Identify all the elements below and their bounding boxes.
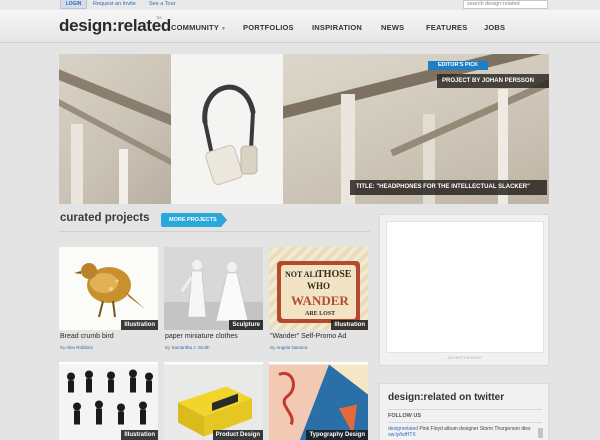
project-thumb-typography[interactable]: Typography Design — [269, 362, 368, 440]
category-tag: Illustration — [331, 320, 368, 330]
logo-text: design:related — [59, 16, 171, 35]
category-tag: Product Design — [212, 430, 263, 440]
see-tour-link[interactable]: See a Tour — [149, 1, 176, 8]
nav-community[interactable]: COMMUNITY ▼ — [171, 23, 226, 32]
chevron-down-icon: ▼ — [221, 26, 227, 32]
site-logo[interactable]: design:related TM — [59, 15, 171, 36]
author-link[interactable]: Angela Navarra — [276, 345, 307, 350]
project-thumb-product[interactable]: Product Design — [164, 362, 263, 440]
nav-inspiration[interactable]: INSPIRATION — [312, 23, 362, 32]
curated-heading: curated projects — [60, 212, 150, 224]
tweet: designrelated Pink Floyd album designer … — [388, 426, 538, 438]
silhouettes-image — [59, 364, 158, 440]
project-byline: By Angela Navarra — [270, 345, 308, 350]
by-label: By — [60, 345, 66, 350]
category-tag: Sculpture — [229, 320, 263, 330]
poster-text-line: NOT ALL — [285, 270, 320, 279]
nav-portfolios[interactable]: PORTFOLIOS — [243, 23, 294, 32]
bird-image — [59, 247, 158, 330]
project-title[interactable]: "Wander" Self-Promo Ad — [270, 333, 346, 340]
yellow-device-image — [164, 364, 263, 440]
divider — [388, 409, 542, 410]
twitter-heading: design:related on twitter — [388, 392, 505, 403]
ad-area[interactable] — [386, 221, 544, 353]
project-thumb-wander-ad[interactable]: NOT ALL THOSE WHO WANDER ARE LOST Illust… — [269, 247, 368, 330]
project-title[interactable]: paper miniature clothes — [165, 333, 238, 340]
tweet-link[interactable]: ow.ly/kdHTX — [388, 432, 416, 438]
category-tag: Illustration — [121, 320, 158, 330]
login-button[interactable]: LOGIN — [60, 0, 87, 9]
tweet-text: Pink Floyd album designer Storm Thorgers… — [419, 426, 531, 432]
arrow-right-icon — [221, 213, 227, 227]
divider — [388, 422, 542, 423]
nav-news[interactable]: NEWS — [381, 23, 404, 32]
headphones-image — [202, 84, 258, 186]
author-link[interactable]: Alex Robbins — [66, 345, 93, 350]
project-title[interactable]: Bread crumb bird — [60, 333, 114, 340]
project-byline: By Samantha J. Smith — [165, 345, 210, 350]
project-thumb-bread-crumb-bird[interactable]: Illustration — [59, 247, 158, 330]
hero-photo-headphones — [171, 54, 283, 204]
category-tag: Illustration — [121, 430, 158, 440]
poster-text-line: WHO — [307, 281, 330, 291]
author-link[interactable]: Samantha J. Smith — [172, 345, 210, 350]
paper-sculpture-image — [164, 247, 263, 330]
category-tag: Typography Design — [306, 430, 368, 440]
follow-us-link[interactable]: FOLLOW US — [388, 413, 421, 419]
request-invite-link[interactable]: Request an Invite — [93, 1, 136, 8]
by-label: By — [270, 345, 276, 350]
editors-pick-badge: EDITOR'S PICK — [428, 61, 488, 70]
by-label: By — [165, 345, 171, 350]
nav-jobs[interactable]: JOBS — [484, 23, 505, 32]
nav-features[interactable]: FEATURES — [426, 23, 467, 32]
project-byline: By Alex Robbins — [60, 345, 93, 350]
hero-photo-left — [59, 54, 171, 204]
wander-poster-image: NOT ALL THOSE WHO WANDER ARE LOST — [269, 247, 368, 330]
utility-bar: LOGIN Request an Invite See a Tour searc… — [0, 0, 600, 10]
site-header: design:related TM COMMUNITY ▼ PORTFOLIOS … — [0, 10, 600, 43]
logo-trademark: TM — [156, 15, 162, 20]
more-projects-button[interactable]: MORE PROJECTS — [161, 213, 227, 227]
ad-slot: ADVERTISEMENT — [379, 214, 549, 366]
poster-text-line: ARE LOST — [305, 311, 335, 317]
hero-credit[interactable]: PROJECT BY JOHAN PERSSON — [437, 74, 549, 88]
nav-community-label: COMMUNITY — [171, 23, 220, 32]
project-thumb-silhouettes[interactable]: Illustration — [59, 362, 158, 440]
twitter-widget: design:related on twitter FOLLOW US desi… — [379, 383, 549, 440]
poster-text-line: THOSE — [317, 269, 352, 280]
search-input[interactable]: search design:related — [463, 0, 548, 9]
divider — [59, 231, 370, 232]
typography-image — [269, 364, 368, 440]
scrollbar[interactable] — [538, 428, 543, 438]
poster-text-line: WANDER — [291, 293, 349, 308]
more-projects-label: MORE PROJECTS — [161, 213, 221, 227]
ad-label: ADVERTISEMENT — [447, 356, 483, 360]
project-thumb-paper-clothes[interactable]: Sculpture — [164, 247, 263, 330]
hero-title[interactable]: TITLE: "HEADPHONES FOR THE INTELLECTUAL … — [350, 180, 547, 195]
